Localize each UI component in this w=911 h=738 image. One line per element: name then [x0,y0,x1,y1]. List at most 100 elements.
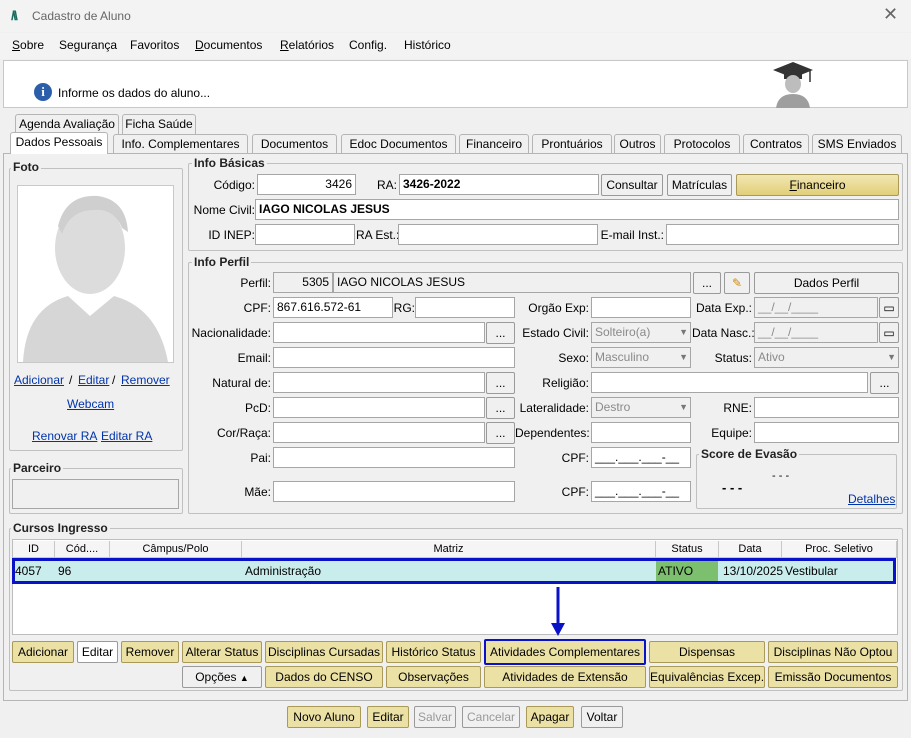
orgao-exp-field[interactable] [591,297,691,318]
religiao-button[interactable]: ... [870,372,899,394]
financeiro-button[interactable]: Financeiro [736,174,899,196]
cpf-field[interactable]: 867.616.572-61 [273,297,393,318]
pcd-button[interactable]: ... [486,397,515,419]
ra-est-field[interactable] [398,224,598,245]
matriculas-button[interactable]: Matrículas [667,174,732,196]
lateralidade-select[interactable]: Destro ▼ [591,397,691,418]
pai-field[interactable] [273,447,515,468]
renovar-ra-link[interactable]: Renovar RA [32,429,97,443]
remover-button[interactable]: Remover [121,641,179,663]
close-icon[interactable]: ✕ [883,4,898,25]
dados-perfil-button[interactable]: Dados Perfil [754,272,899,294]
perfil-search-button[interactable]: ... [693,272,721,294]
cor-raca-field[interactable] [273,422,485,443]
atividades-extensao-button[interactable]: Atividades de Extensão [484,666,646,688]
status-select[interactable]: Ativo ▼ [754,347,899,368]
email-inst-field[interactable] [666,224,899,245]
mae-field[interactable] [273,481,515,502]
col-data[interactable]: Data [719,541,782,558]
perfil-name-field[interactable]: IAGO NICOLAS JESUS [333,272,691,293]
parceiro-field[interactable] [12,479,179,509]
cpf-pai-field[interactable]: ___.___.___-__ [591,447,691,468]
col-matriz[interactable]: Matriz [242,541,656,558]
pcd-field[interactable] [273,397,485,418]
editar-button[interactable]: Editar [367,706,409,728]
opcoes-button[interactable]: Opções ▲ [182,666,262,688]
cor-raca-button[interactable]: ... [486,422,515,444]
dados-censo-button[interactable]: Dados do CENSO [265,666,383,688]
calendar-icon[interactable]: ▭ [879,322,899,343]
tab-info-complementares[interactable]: Info. Complementares [113,134,248,154]
perfil-edit-button[interactable]: ✎ [724,272,750,294]
data-nasc-field[interactable]: __/__/____ [754,322,878,343]
religiao-field[interactable] [591,372,868,393]
dispensas-button[interactable]: Dispensas [649,641,765,663]
emissao-documentos-button[interactable]: Emissão Documentos [768,666,898,688]
novo-aluno-button[interactable]: Novo Aluno [287,706,361,728]
voltar-button[interactable]: Voltar [581,706,623,728]
menu-seguranca[interactable]: Segurança [59,38,117,52]
alterar-status-button[interactable]: Alterar Status [182,641,262,663]
menu-relatorios[interactable]: Relatórios [280,38,334,52]
apagar-button[interactable]: Apagar [526,706,574,728]
nacionalidade-button[interactable]: ... [486,322,515,344]
nome-civil-field[interactable]: IAGO NICOLAS JESUS [255,199,899,220]
data-exp-label: Data Exp.: [695,301,752,315]
cancelar-button[interactable]: Cancelar [462,706,520,728]
tab-prontuarios[interactable]: Prontuários [532,134,612,154]
menu-historico[interactable]: Histórico [404,38,451,52]
menu-config[interactable]: Config. [349,38,387,52]
tab-edoc-documentos[interactable]: Edoc Documentos [341,134,456,154]
data-exp-field[interactable]: __/__/____ [754,297,878,318]
webcam-link[interactable]: Webcam [67,397,114,411]
editar-ra-link[interactable]: Editar RA [101,429,152,443]
adicionar-button[interactable]: Adicionar [12,641,74,663]
id-inep-field[interactable] [255,224,355,245]
adicionar-foto-link[interactable]: Adicionar [14,373,64,387]
nacionalidade-field[interactable] [273,322,485,343]
col-cod[interactable]: Cód.... [55,541,110,558]
remover-foto-link[interactable]: Remover [121,373,170,387]
consultar-button[interactable]: Consultar [601,174,663,196]
ra-field[interactable]: 3426-2022 [399,174,599,195]
sexo-select[interactable]: Masculino ▼ [591,347,691,368]
calendar-icon[interactable]: ▭ [879,297,899,318]
equivalencias-button[interactable]: Equivalências Excep. [649,666,765,688]
dependentes-field[interactable] [591,422,691,443]
codigo-field[interactable]: 3426 [257,174,356,195]
perfil-code-field[interactable]: 5305 [273,272,333,293]
atividades-complementares-button[interactable]: Atividades Complementares [484,639,646,665]
cpf-mae-field[interactable]: ___.___.___-__ [591,481,691,502]
historico-status-button[interactable]: Histórico Status [386,641,481,663]
detalhes-link[interactable]: Detalhes [848,492,895,506]
tab-dados-pessoais[interactable]: Dados Pessoais [10,132,108,154]
tab-outros[interactable]: Outros [614,134,661,154]
estado-civil-select[interactable]: Solteiro(a) ▼ [591,322,691,343]
editar-foto-link[interactable]: Editar [78,373,109,387]
salvar-button[interactable]: Salvar [414,706,456,728]
tab-agenda-avaliacao[interactable]: Agenda Avaliação [15,114,119,134]
equipe-field[interactable] [754,422,899,443]
observacoes-button[interactable]: Observações [386,666,481,688]
tab-sms-enviados[interactable]: SMS Enviados [812,134,902,154]
tab-documentos[interactable]: Documentos [252,134,337,154]
tab-contratos[interactable]: Contratos [743,134,809,154]
email-field[interactable] [273,347,515,368]
tab-ficha-saude[interactable]: Ficha Saúde [122,114,196,134]
col-campus[interactable]: Câmpus/Polo [110,541,242,558]
natural-field[interactable] [273,372,485,393]
menu-favoritos[interactable]: Favoritos [130,38,179,52]
col-id[interactable]: ID [13,541,55,558]
editar-curso-button[interactable]: Editar [77,641,118,663]
rne-field[interactable] [754,397,899,418]
col-status[interactable]: Status [656,541,719,558]
disciplinas-cursadas-button[interactable]: Disciplinas Cursadas [265,641,383,663]
natural-button[interactable]: ... [486,372,515,394]
menu-documentos[interactable]: Documentos [195,38,262,52]
col-proc-seletivo[interactable]: Proc. Seletivo [782,541,897,558]
tab-protocolos[interactable]: Protocolos [664,134,740,154]
rg-field[interactable] [415,297,515,318]
disciplinas-nao-optou-button[interactable]: Disciplinas Não Optou [768,641,898,663]
menu-sobre[interactable]: Sobre [12,38,44,52]
tab-financeiro[interactable]: Financeiro [459,134,529,154]
